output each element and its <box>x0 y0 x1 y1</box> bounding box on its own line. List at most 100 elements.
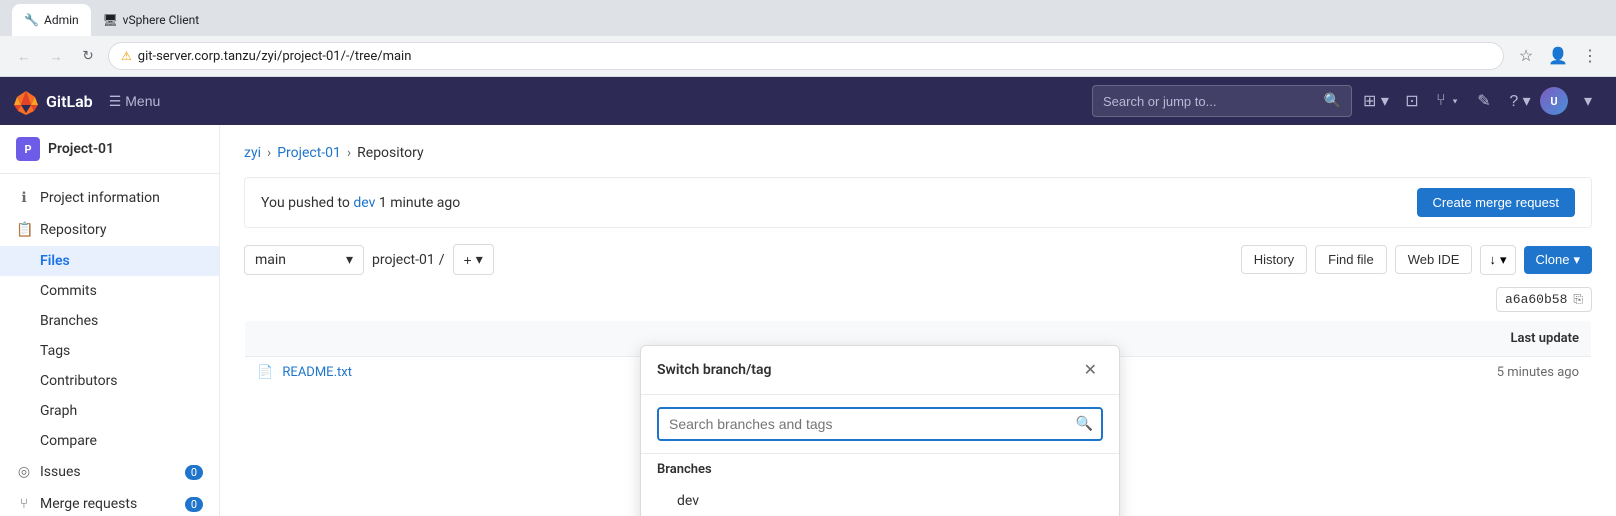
create-button[interactable]: ⊞ ▾ <box>1360 85 1392 117</box>
modal-header: Switch branch/tag ✕ <box>641 346 1119 395</box>
back-button[interactable]: ← <box>12 44 36 68</box>
file-icon: 📄 <box>257 365 273 380</box>
path-add-button[interactable]: + ▾ <box>453 244 494 275</box>
download-button[interactable]: ↓ ▾ <box>1480 245 1515 275</box>
search-input[interactable] <box>1103 94 1318 109</box>
browser-tab-vsphere[interactable]: 🖥 vSphere Client <box>91 4 212 36</box>
sidebar-item-project-info[interactable]: ℹ Project information <box>0 182 219 214</box>
branches-section-label: Branches <box>641 454 1119 485</box>
history-button[interactable]: History <box>1241 245 1307 274</box>
avatar-chevron[interactable]: ▾ <box>1572 85 1604 117</box>
sidebar-item-commits[interactable]: Commits <box>0 276 219 306</box>
sidebar-item-tags[interactable]: Tags <box>0 336 219 366</box>
file-link[interactable]: README.txt <box>282 365 352 380</box>
edit-button[interactable]: ✎ <box>1468 85 1500 117</box>
push-branch-link[interactable]: dev <box>353 195 375 211</box>
path-project: project-01 <box>372 252 435 268</box>
main-content: zyi › Project-01 › Repository You pushed… <box>220 125 1616 516</box>
sidebar-label-files: Files <box>40 253 70 269</box>
help-button[interactable]: ? ▾ <box>1504 85 1536 117</box>
menu-button[interactable]: ☰ Menu <box>101 89 169 114</box>
project-name: Project-01 <box>48 141 114 157</box>
sidebar-label-tags: Tags <box>40 343 70 359</box>
breadcrumb-sep-1: › <box>267 145 271 161</box>
commit-hash: a6a60b58 ⎘ <box>1496 287 1592 312</box>
modal-close-button[interactable]: ✕ <box>1078 358 1103 382</box>
reload-button[interactable]: ↻ <box>76 44 100 68</box>
push-text: You pushed to dev 1 minute ago <box>261 195 460 211</box>
hamburger-icon: ☰ <box>109 93 122 110</box>
modal-title: Switch branch/tag <box>657 362 771 378</box>
sidebar-label-graph: Graph <box>40 403 77 419</box>
path-separator: / <box>439 252 445 268</box>
sidebar-item-files[interactable]: Files <box>0 246 219 276</box>
vsphere-favicon: 🖥 <box>103 13 117 27</box>
url-text: git-server.corp.tanzu/zyi/project-01/-/t… <box>138 49 1491 64</box>
modal-search: 🔍 <box>641 395 1119 454</box>
address-bar: ⚠ git-server.corp.tanzu/zyi/project-01/-… <box>108 42 1504 70</box>
push-notification: You pushed to dev 1 minute ago Create me… <box>244 177 1592 228</box>
sidebar-item-merge-requests[interactable]: ⑂ Merge requests 0 <box>0 488 219 516</box>
sidebar: P Project-01 ℹ Project information 📋 Rep… <box>0 125 220 516</box>
bookmark-button[interactable]: ☆ <box>1512 42 1540 70</box>
gitlab-logo-text: GitLab <box>46 92 93 111</box>
breadcrumb-current: Repository <box>357 145 423 161</box>
sidebar-nav: ℹ Project information 📋 Repository Files… <box>0 174 219 516</box>
branch-name: main <box>255 252 286 268</box>
browser-tab-admin[interactable]: 🔧 Admin <box>12 4 91 36</box>
project-icon: P <box>16 137 40 161</box>
sidebar-item-issues[interactable]: ◎ Issues 0 <box>0 456 219 488</box>
sidebar-project-header[interactable]: P Project-01 <box>0 125 219 174</box>
sidebar-item-compare[interactable]: Compare <box>0 426 219 456</box>
switch-branch-modal-overlay: Switch branch/tag ✕ 🔍 Branches dev <box>640 345 1120 516</box>
sidebar-item-branches[interactable]: Branches <box>0 306 219 336</box>
dock-button[interactable]: ⊡ <box>1396 85 1428 117</box>
branch-selector[interactable]: main ▾ <box>244 245 364 275</box>
menu-label: Menu <box>125 93 160 109</box>
push-text-label: You pushed to <box>261 195 350 211</box>
push-time: 1 minute ago <box>379 195 460 211</box>
tab-label-admin: Admin <box>44 13 79 27</box>
more-button[interactable]: ⋮ <box>1576 42 1604 70</box>
branch-item-dev[interactable]: dev <box>641 485 1119 516</box>
commit-hash-value: a6a60b58 <box>1505 292 1567 307</box>
branch-dev-label: dev <box>677 493 699 509</box>
path-add-chevron-icon: ▾ <box>476 251 483 268</box>
search-bar[interactable]: 🔍 <box>1092 85 1352 117</box>
copy-icon[interactable]: ⎘ <box>1573 293 1583 307</box>
book-icon: 📋 <box>16 222 32 238</box>
path-display: project-01 / <box>372 252 445 268</box>
web-ide-button[interactable]: Web IDE <box>1395 245 1473 274</box>
plus-icon: + <box>464 252 472 268</box>
profile-button[interactable]: 👤 <box>1544 42 1572 70</box>
forward-button[interactable]: → <box>44 44 68 68</box>
merge-icon: ⑂ <box>16 496 32 512</box>
breadcrumb-zyi[interactable]: zyi <box>244 145 261 161</box>
info-icon: ℹ <box>16 190 32 206</box>
sidebar-label-issues: Issues <box>40 464 81 480</box>
sidebar-label-commits: Commits <box>40 283 97 299</box>
repo-toolbar: main ▾ project-01 / + ▾ History Find fil… <box>244 244 1592 275</box>
create-merge-request-button[interactable]: Create merge request <box>1417 188 1575 217</box>
switch-branch-modal: Switch branch/tag ✕ 🔍 Branches dev <box>640 345 1120 516</box>
breadcrumb-sep-2: › <box>347 145 351 161</box>
merge-requests-button[interactable]: ⑂ ▾ <box>1432 85 1464 117</box>
gitlab-logo-icon <box>12 87 40 115</box>
branch-search-input[interactable] <box>657 407 1103 441</box>
sidebar-label-repository: Repository <box>40 222 106 238</box>
breadcrumb-project[interactable]: Project-01 <box>277 145 341 161</box>
tab-label-vsphere: vSphere Client <box>123 13 200 27</box>
find-file-button[interactable]: Find file <box>1315 245 1387 274</box>
topnav: GitLab ☰ Menu 🔍 ⊞ ▾ ⊡ ⑂ ▾ ✎ ? ▾ U ▾ <box>0 77 1616 125</box>
modal-search-wrapper: 🔍 <box>657 407 1103 441</box>
clone-chevron-icon: ▾ <box>1573 252 1580 268</box>
branch-chevron-icon: ▾ <box>346 252 353 268</box>
sidebar-item-graph[interactable]: Graph <box>0 396 219 426</box>
user-avatar[interactable]: U <box>1540 87 1568 115</box>
download-icon: ↓ <box>1489 252 1496 267</box>
clone-button[interactable]: Clone ▾ <box>1524 246 1593 274</box>
security-warning-icon: ⚠ <box>121 49 132 63</box>
sidebar-item-repository[interactable]: 📋 Repository <box>0 214 219 246</box>
sidebar-item-contributors[interactable]: Contributors <box>0 366 219 396</box>
gitlab-logo: GitLab <box>12 87 93 115</box>
